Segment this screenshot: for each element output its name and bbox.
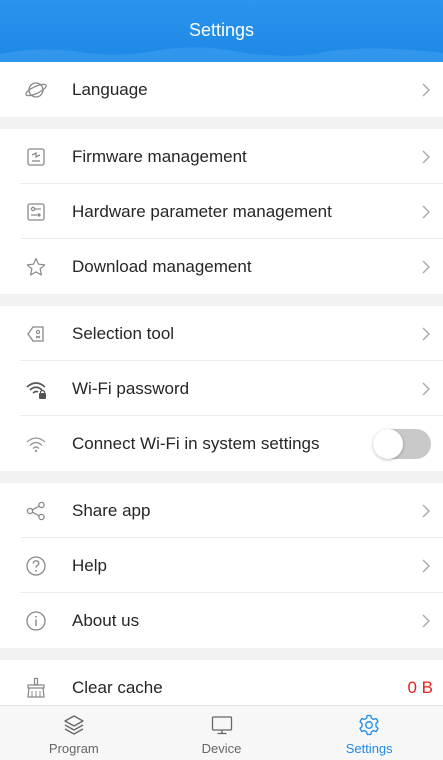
row-label: Hardware parameter management	[72, 201, 332, 221]
tab-label: Program	[48, 741, 99, 756]
row-label: Help	[72, 555, 107, 575]
tab-program[interactable]: Program	[0, 706, 148, 760]
row-label: Connect Wi-Fi in system settings	[72, 433, 320, 453]
firmware-icon	[25, 146, 47, 168]
row-label: Download management	[72, 256, 252, 276]
globe-icon	[25, 79, 47, 101]
settings-list[interactable]: Language Firmware management Hardware pa…	[0, 62, 443, 705]
tab-device[interactable]: Device	[148, 706, 296, 760]
wifi-icon	[25, 433, 47, 455]
row-label: About us	[72, 610, 140, 630]
header-bar: Settings	[0, 0, 443, 62]
row-wifi-system-settings: Connect Wi-Fi in system settings	[0, 416, 443, 471]
toggle-knob	[373, 428, 403, 459]
row-label: Wi-Fi password	[72, 378, 190, 398]
broom-icon	[25, 677, 47, 699]
tab-label: Settings	[345, 741, 393, 756]
row-clear-cache[interactable]: Clear cache 0 B	[0, 660, 443, 705]
chevron-right-icon	[422, 260, 430, 273]
chevron-right-icon	[422, 327, 430, 340]
layers-icon	[62, 713, 86, 737]
tag-icon	[25, 323, 47, 345]
chevron-right-icon	[422, 83, 430, 96]
row-firmware[interactable]: Firmware management	[0, 129, 443, 184]
wifi-system-toggle[interactable]	[373, 428, 431, 459]
row-hardware[interactable]: Hardware parameter management	[0, 184, 443, 239]
chevron-right-icon	[422, 150, 430, 163]
wifi-lock-icon	[25, 378, 47, 400]
monitor-icon	[210, 713, 234, 737]
row-selection-tool[interactable]: Selection tool	[0, 306, 443, 361]
row-language[interactable]: Language	[0, 62, 443, 117]
row-help[interactable]: Help	[0, 538, 443, 593]
help-icon	[25, 555, 47, 577]
row-wifi-password[interactable]: Wi-Fi password	[0, 361, 443, 416]
chevron-right-icon	[422, 205, 430, 218]
cache-size-value: 0 B	[407, 677, 433, 697]
row-label: Selection tool	[72, 323, 175, 343]
chevron-right-icon	[422, 504, 430, 517]
header-mountain-decoration	[0, 47, 443, 62]
section-gap	[0, 117, 443, 129]
row-label: Language	[72, 79, 148, 99]
row-label: Clear cache	[72, 677, 163, 697]
row-label: Firmware management	[72, 146, 247, 166]
section-gap	[0, 648, 443, 660]
star-icon	[25, 256, 47, 278]
bottom-tab-bar: Program Device Settings	[0, 705, 443, 760]
chevron-right-icon	[422, 614, 430, 627]
row-share-app[interactable]: Share app	[0, 483, 443, 538]
tab-label: Device	[201, 741, 242, 756]
chevron-right-icon	[422, 382, 430, 395]
share-icon	[25, 500, 47, 522]
gear-icon	[357, 713, 381, 737]
section-gap	[0, 294, 443, 306]
hardware-params-icon	[25, 201, 47, 223]
row-download[interactable]: Download management	[0, 239, 443, 294]
row-about-us[interactable]: About us	[0, 593, 443, 648]
info-icon	[25, 610, 47, 632]
row-label: Share app	[72, 500, 151, 520]
section-gap	[0, 471, 443, 483]
page-title: Settings	[188, 20, 255, 40]
tab-settings[interactable]: Settings	[295, 706, 443, 760]
chevron-right-icon	[422, 559, 430, 572]
